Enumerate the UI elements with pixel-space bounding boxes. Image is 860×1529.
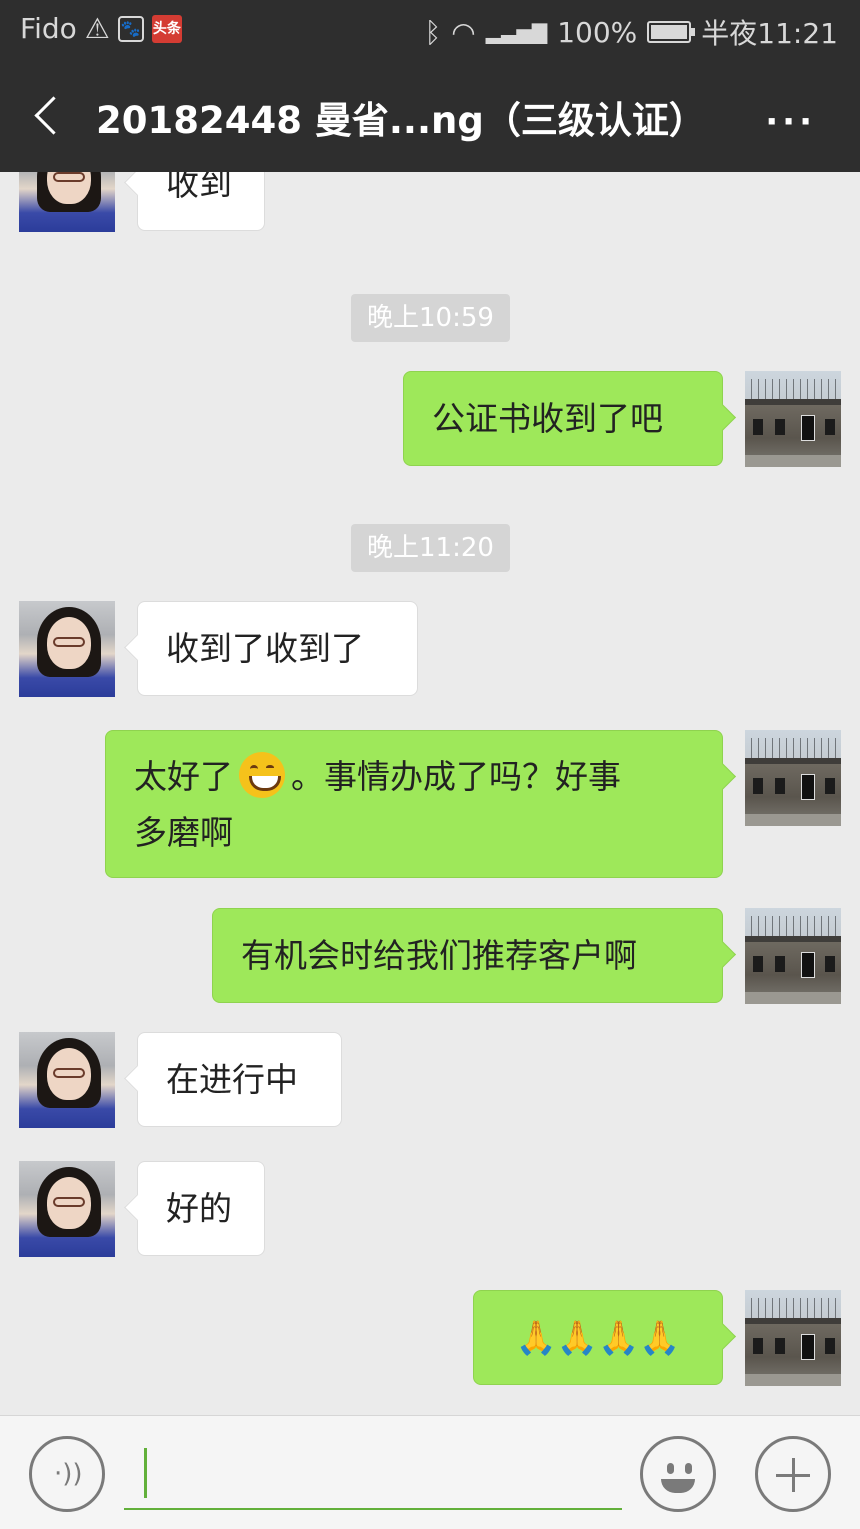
contact-avatar[interactable] bbox=[19, 601, 115, 697]
battery-icon bbox=[647, 21, 696, 43]
back-icon[interactable] bbox=[28, 92, 68, 140]
paw-icon: 🐾 bbox=[117, 15, 144, 42]
message-bubble-sent[interactable]: 有机会时给我们推荐客户啊 bbox=[212, 908, 723, 1003]
voice-icon[interactable]: ·)) bbox=[29, 1436, 105, 1512]
message-bubble-received[interactable]: 在进行中 bbox=[137, 1032, 342, 1127]
plus-icon[interactable] bbox=[755, 1436, 831, 1512]
clock: 半夜11:21 bbox=[701, 17, 838, 50]
signal-icon: ▂▃▅▇ bbox=[485, 20, 548, 44]
message-bubble-sent[interactable]: 🙏🙏🙏🙏 bbox=[473, 1290, 723, 1385]
status-bar: Fido ⚠ 🐾 头条 ᛒ ◠ ▂▃▅▇ 100% 半夜11:21 bbox=[0, 0, 860, 60]
carrier-label: Fido bbox=[20, 12, 77, 45]
bluetooth-icon: ᛒ bbox=[424, 15, 442, 49]
timestamp: 晚上10:59 bbox=[351, 294, 510, 342]
message-bubble-received[interactable]: 好的 bbox=[137, 1161, 265, 1256]
more-icon[interactable]: ··· bbox=[765, 102, 816, 142]
message-bubble-sent[interactable]: 太好了 。事情办成了吗？好事 多磨啊 bbox=[105, 730, 723, 878]
contact-avatar[interactable] bbox=[19, 1161, 115, 1257]
chat-title: 20182448 曼省...ng（三级认证） bbox=[96, 99, 706, 142]
message-input[interactable] bbox=[124, 1444, 622, 1510]
message-bubble-received[interactable]: 收到 bbox=[137, 172, 265, 231]
battery-percent: 100% bbox=[557, 15, 638, 49]
toutiao-icon: 头条 bbox=[151, 14, 182, 43]
message-bubble-sent[interactable]: 公证书收到了吧 bbox=[403, 371, 723, 466]
contact-avatar[interactable] bbox=[19, 1032, 115, 1128]
wifi-icon: ◠ bbox=[451, 15, 476, 49]
chat-header: 20182448 曼省...ng（三级认证） ··· bbox=[0, 60, 860, 172]
contact-avatar[interactable] bbox=[19, 172, 115, 232]
my-avatar[interactable] bbox=[745, 730, 841, 826]
grinning-face-emoji-icon bbox=[239, 752, 285, 798]
chat-list[interactable]: 收到 晚上10:59 公证书收到了吧 晚上11:20 收到了收到了 太好了 。事情… bbox=[0, 172, 860, 1415]
my-avatar[interactable] bbox=[745, 371, 841, 467]
message-bubble-received[interactable]: 收到了收到了 bbox=[137, 601, 418, 696]
warning-icon: ⚠ bbox=[84, 12, 110, 45]
my-avatar[interactable] bbox=[745, 1290, 841, 1386]
text-caret bbox=[144, 1448, 147, 1498]
emoji-icon[interactable] bbox=[640, 1436, 716, 1512]
input-bar: ·)) bbox=[0, 1415, 860, 1529]
timestamp: 晚上11:20 bbox=[351, 524, 510, 572]
my-avatar[interactable] bbox=[745, 908, 841, 1004]
